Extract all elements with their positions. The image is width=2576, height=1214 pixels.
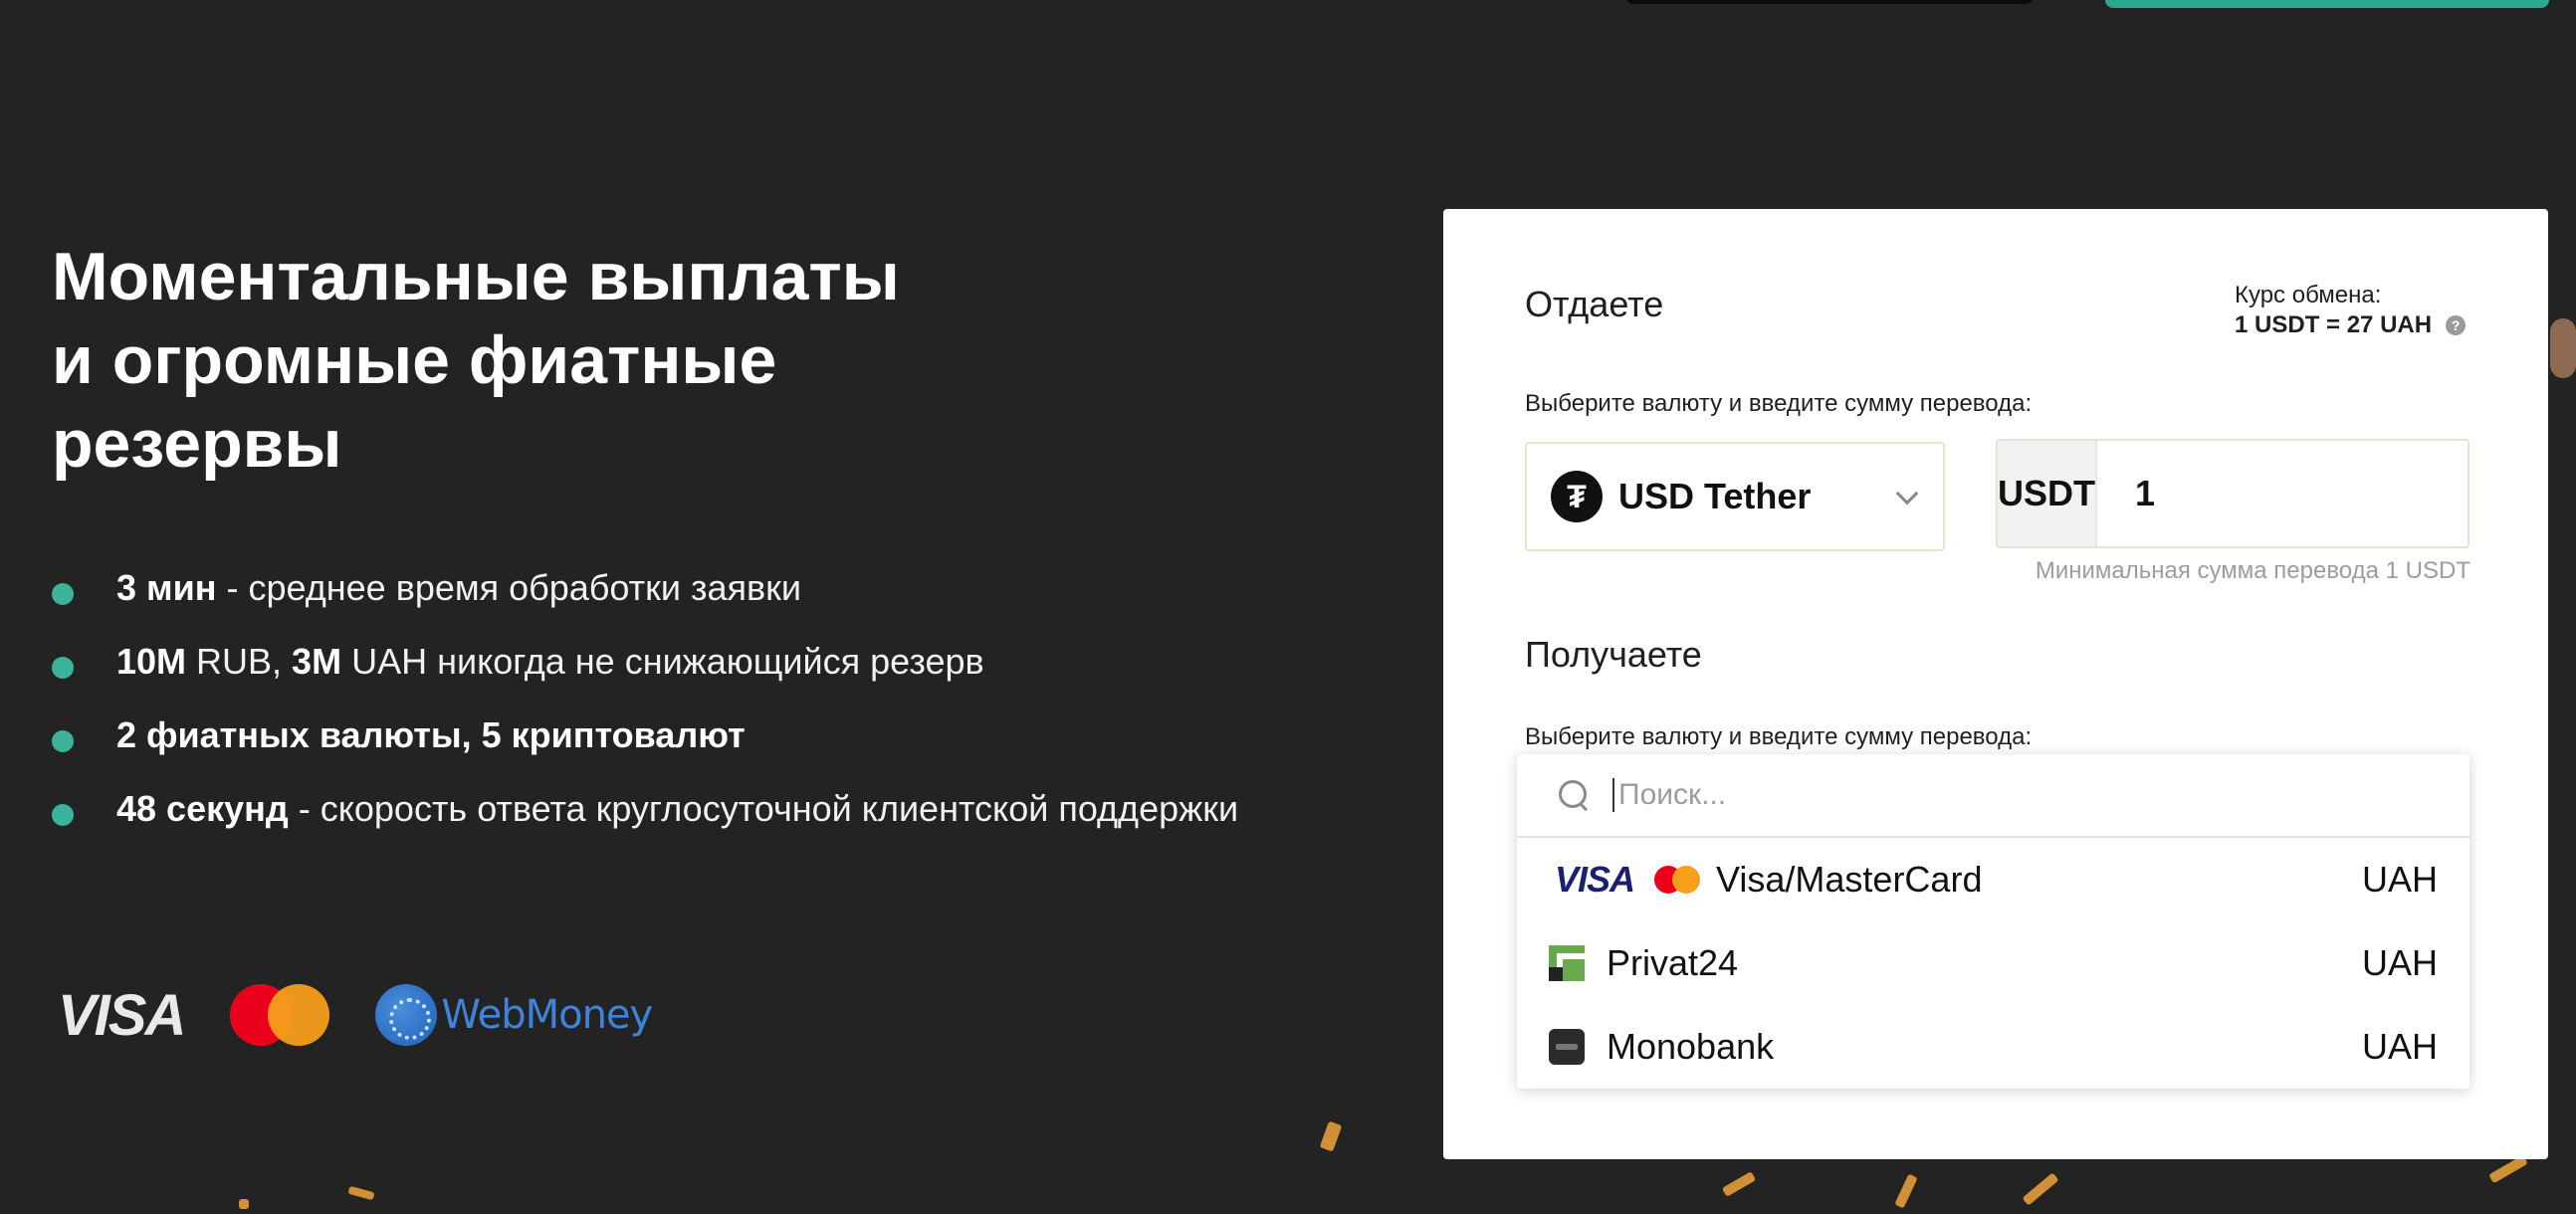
feature-bold: 10M [116, 641, 187, 682]
background-spark [2550, 318, 2576, 378]
hero-title: Моментальные выплаты и огромные фиатные … [52, 235, 1147, 486]
hero-title-line: и огромные фиатные [52, 322, 777, 398]
option-label: Privat24 [1607, 942, 1739, 983]
background-spark [1319, 1120, 1343, 1152]
rate-label: Курс обмена: [2235, 282, 2382, 308]
visa-logo: VISA [58, 982, 186, 1048]
webmoney-logo: WebMoney [375, 984, 653, 1046]
dropdown-option-privat24[interactable]: Privat24 UAH [1517, 921, 2469, 1005]
feature-item: 10M RUB, 3M UAH никогда не снижающийся р… [52, 641, 1246, 683]
bullet-icon [52, 657, 74, 679]
exchange-rate: Курс обмена: 1 USDT = 27 UAH ? [2235, 281, 2467, 340]
give-currency-name: USD Tether [1618, 476, 1812, 516]
min-amount-note: Минимальная сумма перевода 1 USDT [2035, 557, 2470, 584]
feature-item: 2 фиатных валюты, 5 криптовалют [52, 714, 1246, 756]
payment-logos: VISA WebMoney [58, 980, 653, 1050]
feature-text: - скорость ответа круглосуточной клиентс… [288, 788, 1239, 829]
give-currency-select[interactable]: ₮ USD Tether [1525, 442, 1945, 551]
give-amount-input[interactable] [2097, 441, 2576, 546]
feature-bold: 3 мин [116, 567, 217, 608]
dropdown-option-monobank[interactable]: Monobank UAH [1517, 1005, 2469, 1089]
hero-title-line: Моментальные выплаты [52, 239, 900, 314]
receive-title: Получаете [1525, 634, 1702, 675]
chevron-down-icon [1895, 482, 1919, 506]
option-label: Visa/MasterCard [1716, 859, 1983, 900]
help-icon[interactable]: ? [2446, 315, 2467, 335]
background-spark [1894, 1173, 1918, 1209]
rate-value-row: 1 USDT = 27 UAH ? [2235, 310, 2467, 340]
hero-title-line: резервы [52, 406, 342, 482]
bullet-icon [52, 730, 74, 752]
option-currency: UAH [2361, 1026, 2438, 1067]
bullet-icon [52, 583, 74, 605]
search-input[interactable] [1612, 778, 2309, 812]
dropdown-search [1517, 754, 2469, 838]
monobank-icon [1549, 1029, 1585, 1065]
feature-bold: 2 фиатных валюты, 5 криптовалют [116, 714, 746, 755]
visa-icon: VISA [1555, 859, 1635, 900]
give-title: Отдаете [1525, 284, 1664, 324]
header-button-dark[interactable] [1625, 0, 2034, 4]
feature-bold: 3M [292, 641, 342, 682]
feature-text: UAH никогда не снижающийся резерв [341, 641, 984, 682]
features-list: 3 мин - среднее время обработки заявки 1… [52, 567, 1246, 862]
option-currency: UAH [2361, 942, 2438, 983]
give-currency-code: USDT [1998, 441, 2097, 546]
feature-item: 3 мин - среднее время обработки заявки [52, 567, 1246, 609]
webmoney-label: WebMoney [441, 992, 653, 1038]
receive-hint: Выберите валюту и введите сумму перевода… [1525, 723, 2033, 750]
bullet-icon [52, 804, 74, 826]
search-icon [1557, 778, 1591, 812]
feature-bold: 48 секунд [116, 788, 289, 829]
give-amount-box: USDT [1996, 439, 2576, 548]
privat24-icon [1549, 945, 1585, 981]
dropdown-option-visa-mastercard[interactable]: VISA Visa/MasterCard UAH [1517, 838, 2469, 921]
mastercard-logo [230, 984, 330, 1046]
webmoney-globe-icon [375, 984, 438, 1046]
receive-currency-dropdown: VISA Visa/MasterCard UAH Privat24 UAH Mo… [1517, 754, 2469, 1089]
background-spark [2022, 1172, 2059, 1206]
background-spark [239, 1199, 249, 1209]
option-currency: UAH [2361, 859, 2438, 900]
feature-text: - среднее время обработки заявки [216, 567, 802, 608]
give-hint: Выберите валюту и введите сумму перевода… [1525, 390, 2033, 417]
tether-icon: ₮ [1551, 471, 1603, 522]
feature-text: RUB, [186, 641, 293, 682]
mastercard-icon [1654, 866, 1701, 894]
feature-item: 48 секунд - скорость ответа круглосуточн… [52, 788, 1246, 830]
background-spark [347, 1185, 375, 1201]
option-label: Monobank [1607, 1026, 1775, 1067]
header-button-teal[interactable] [2105, 0, 2549, 8]
rate-value: 1 USDT = 27 UAH [2235, 311, 2433, 338]
exchange-card: Отдаете Курс обмена: 1 USDT = 27 UAH ? В… [1443, 209, 2576, 1159]
background-spark [1721, 1171, 1757, 1197]
